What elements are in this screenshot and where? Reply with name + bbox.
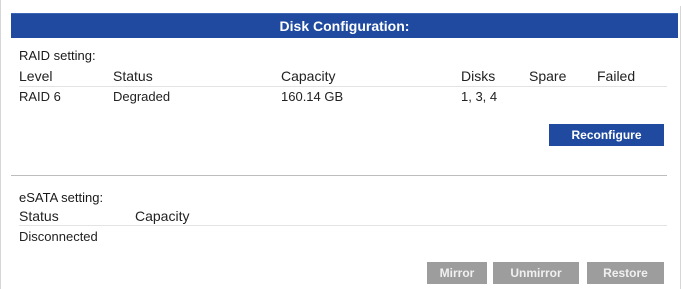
- top-strip: [1, 0, 681, 6]
- raid-col-failed: Failed: [597, 68, 636, 84]
- raid-disks-value: 1, 3, 4: [461, 89, 498, 104]
- esata-header-rule: [19, 225, 667, 226]
- esata-col-status: Status: [19, 208, 59, 224]
- reconfigure-button[interactable]: Reconfigure: [549, 124, 664, 146]
- unmirror-button[interactable]: Unmirror: [493, 262, 579, 284]
- mirror-button[interactable]: Mirror: [427, 262, 487, 284]
- raid-col-capacity: Capacity: [281, 68, 336, 84]
- raid-col-status: Status: [113, 68, 153, 84]
- panel-title: Disk Configuration:: [11, 13, 678, 38]
- section-divider: [11, 175, 667, 176]
- raid-capacity-value: 160.14 GB: [281, 89, 344, 104]
- raid-status-value: Degraded: [113, 89, 171, 104]
- raid-setting-label: RAID setting:: [19, 48, 96, 63]
- restore-button[interactable]: Restore: [587, 262, 664, 284]
- disk-configuration-panel: Disk Configuration: RAID setting: Level …: [0, 0, 681, 289]
- esata-status-value: Disconnected: [19, 229, 98, 244]
- raid-level-value: RAID 6: [19, 89, 61, 104]
- esata-setting-label: eSATA setting:: [19, 190, 104, 205]
- raid-header-rule: [19, 86, 667, 87]
- raid-col-level: Level: [19, 68, 53, 84]
- raid-col-spare: Spare: [529, 68, 567, 84]
- esata-col-capacity: Capacity: [135, 208, 190, 224]
- raid-col-disks: Disks: [461, 68, 496, 84]
